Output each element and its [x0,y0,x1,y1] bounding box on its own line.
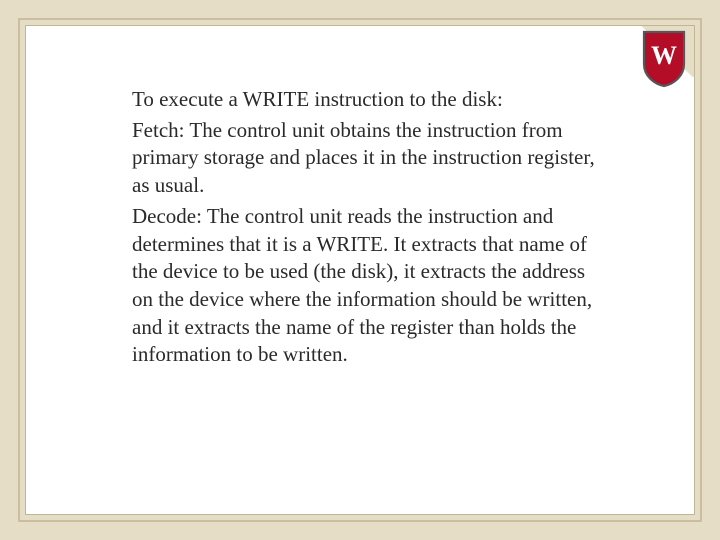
paragraph-fetch: Fetch: The control unit obtains the inst… [132,117,608,200]
slide: To execute a WRITE instruction to the di… [0,0,720,540]
outer-frame: To execute a WRITE instruction to the di… [18,18,702,522]
inner-frame: To execute a WRITE instruction to the di… [25,25,695,515]
paragraph-decode: Decode: The control unit reads the instr… [132,203,608,369]
body-text: To execute a WRITE instruction to the di… [132,86,608,372]
uw-crest-icon: W [642,30,686,93]
paragraph-intro: To execute a WRITE instruction to the di… [132,86,608,114]
crest-letter: W [651,41,677,70]
